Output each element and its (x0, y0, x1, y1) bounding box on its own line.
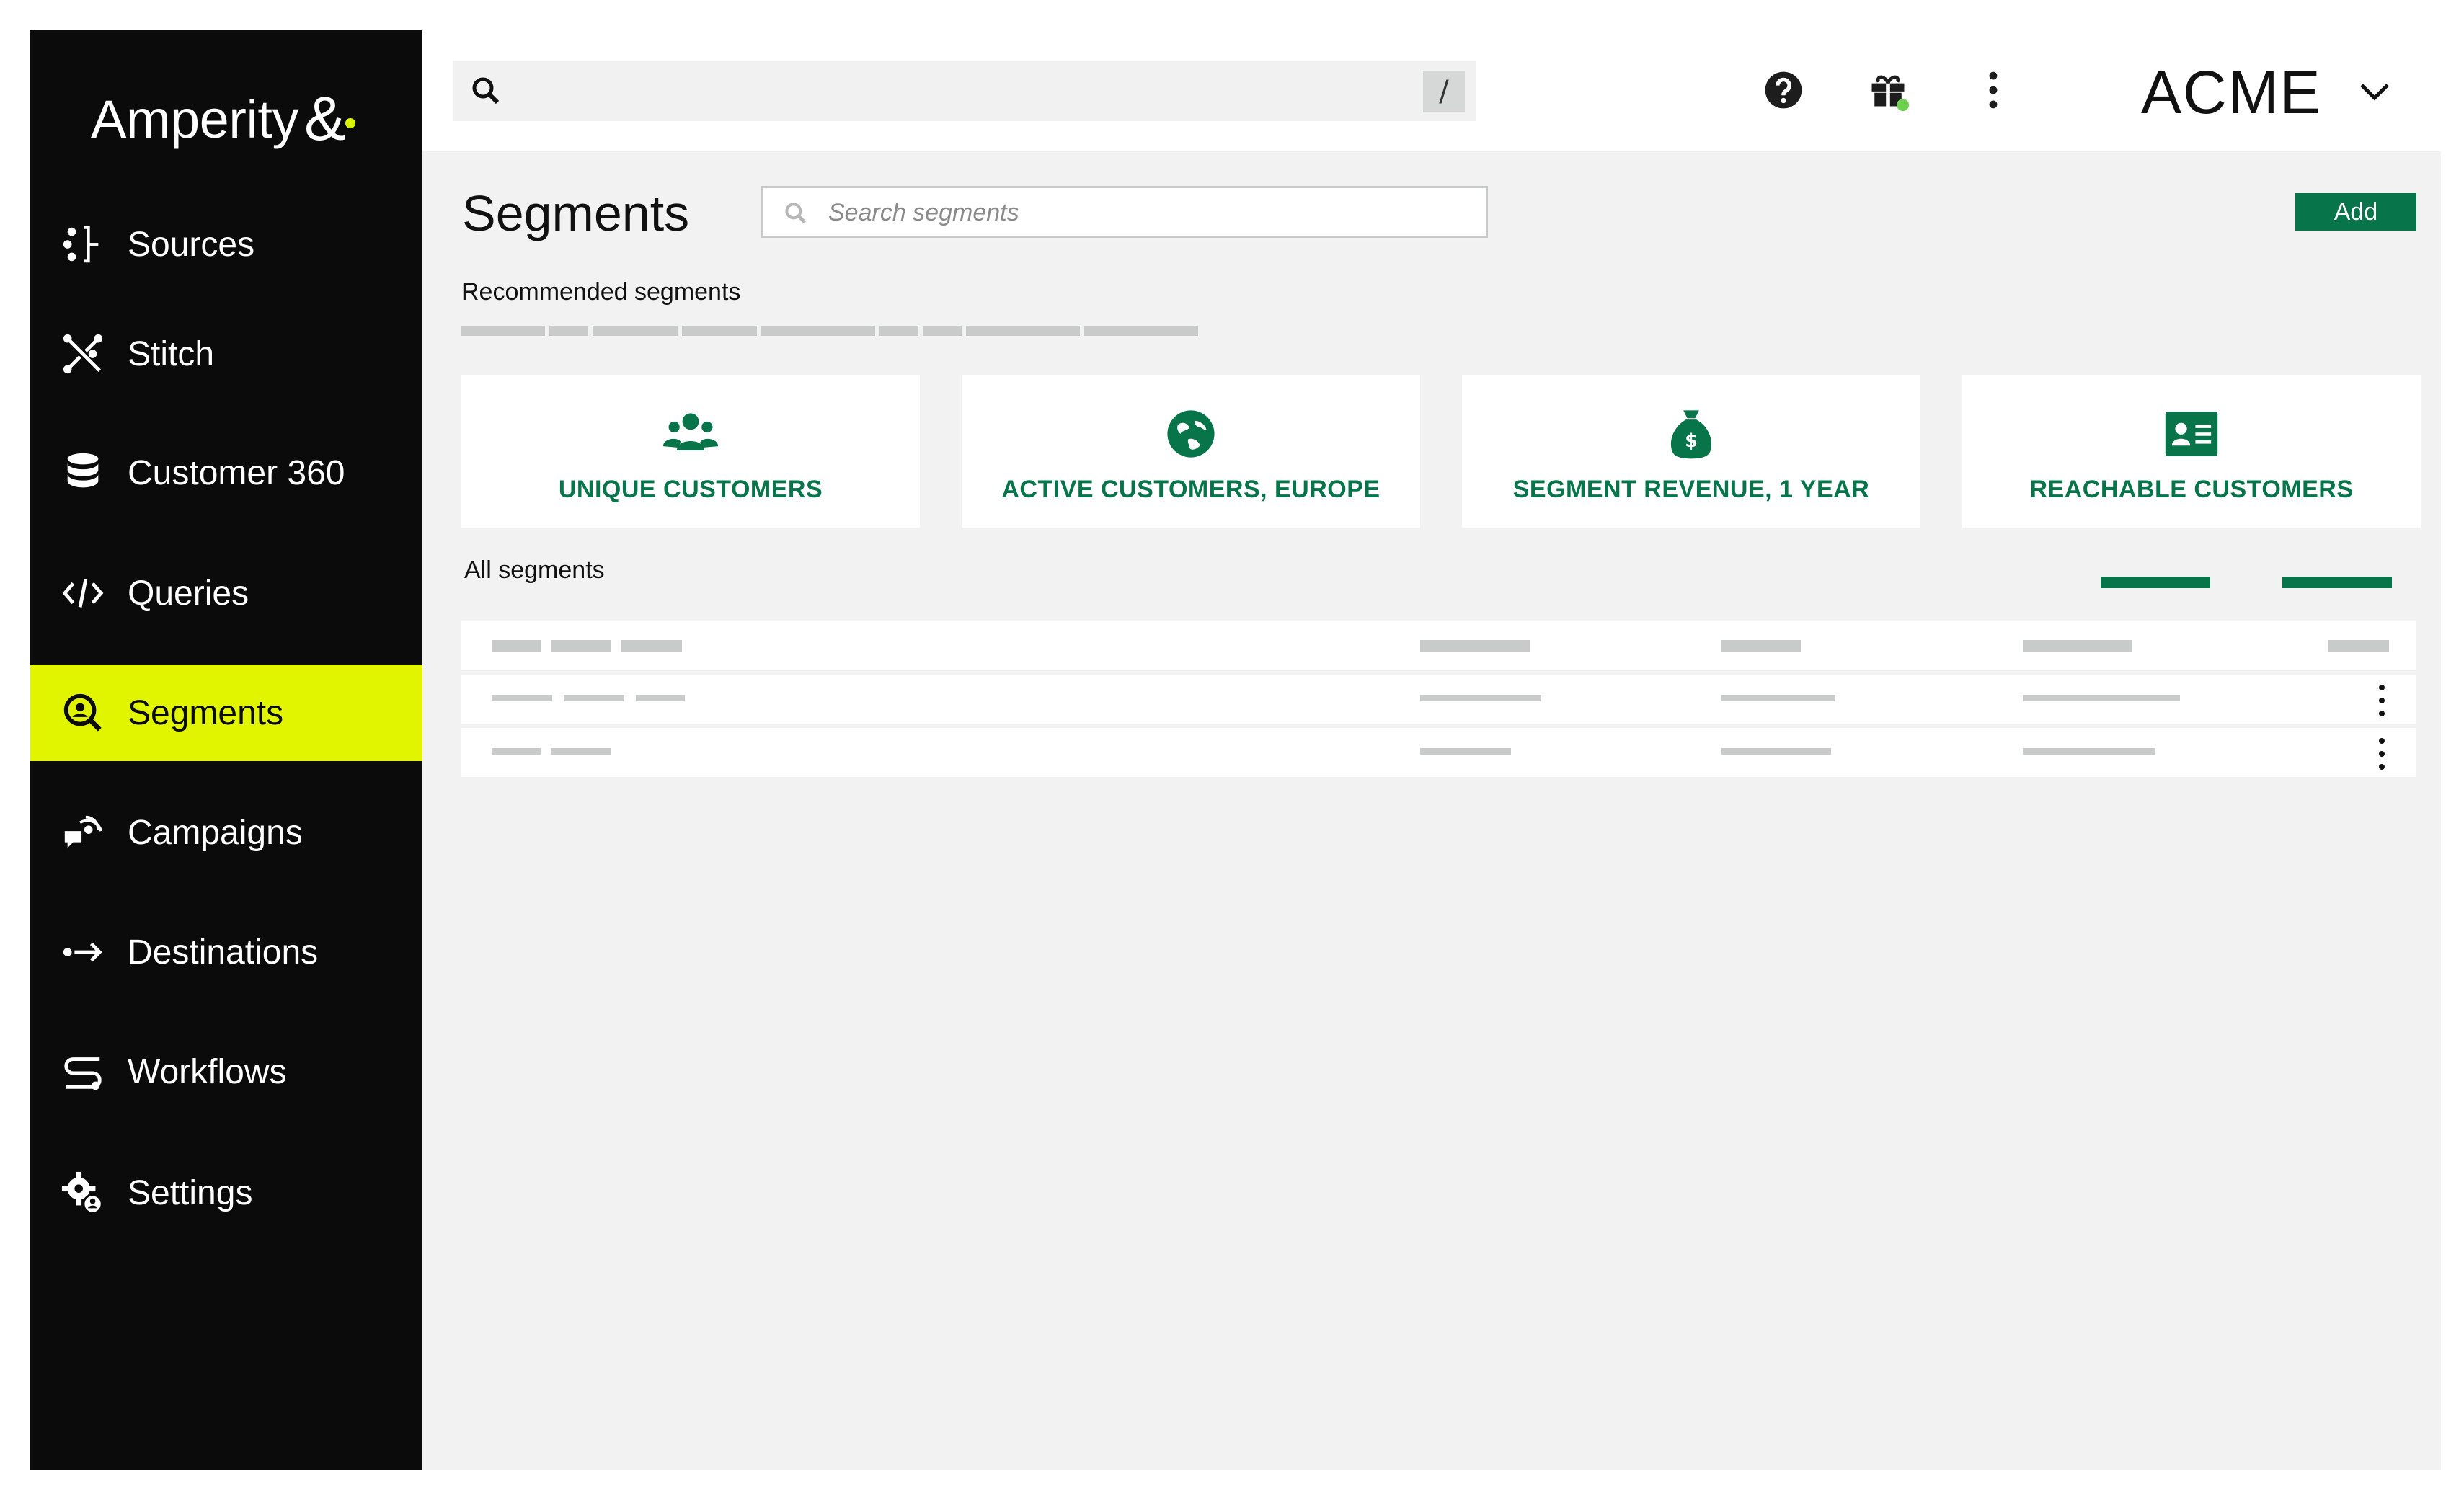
sidebar-item-label: Settings (128, 1173, 253, 1212)
tab-placeholder[interactable] (761, 326, 875, 336)
main-content: Segments Add Recommended segments UNIQUE… (422, 151, 2441, 1470)
tab-placeholder[interactable] (593, 326, 678, 336)
cell-placeholder (1420, 748, 1511, 755)
search-icon (785, 203, 807, 224)
sidebar: Amperity & Sources Stitch Customer 360 Q… (30, 30, 422, 1470)
recommended-card-active-customers-europe[interactable]: ACTIVE CUSTOMERS, EUROPE (962, 375, 1420, 528)
cell-placeholder (1721, 695, 1835, 701)
column-header-placeholder[interactable] (2328, 640, 2389, 652)
add-segment-button[interactable]: Add (2295, 193, 2416, 231)
cell-placeholder (1420, 695, 1541, 701)
amperity-logo[interactable]: Amperity & (91, 84, 355, 154)
table-row[interactable] (461, 675, 2416, 724)
column-header-placeholder[interactable] (1721, 640, 1801, 652)
code-icon (59, 569, 107, 617)
sidebar-item-label: Customer 360 (128, 453, 345, 492)
help-icon[interactable] (1760, 66, 1807, 114)
cell-placeholder (636, 695, 685, 701)
column-header-placeholder[interactable] (621, 640, 682, 652)
sources-icon (59, 221, 107, 268)
globe-icon (1161, 404, 1221, 464)
gift-icon[interactable] (1864, 66, 1912, 114)
sidebar-item-workflows[interactable]: Workflows (30, 1023, 422, 1120)
tab-placeholder[interactable] (879, 326, 918, 336)
sidebar-item-label: Workflows (128, 1052, 287, 1091)
logo-ampersand: & (303, 84, 345, 154)
contact-card-icon (2161, 404, 2222, 464)
tab-placeholder[interactable] (1084, 326, 1198, 336)
row-menu-icon[interactable] (2375, 685, 2389, 716)
cell-placeholder (564, 695, 624, 701)
sidebar-item-label: Stitch (128, 334, 215, 373)
segment-search-box[interactable] (761, 186, 1488, 238)
chevron-down-icon[interactable] (2354, 72, 2395, 112)
table-row[interactable] (461, 728, 2416, 777)
card-label: UNIQUE CUSTOMERS (558, 476, 823, 503)
sidebar-item-label: Campaigns (128, 813, 303, 852)
search-icon (472, 77, 500, 105)
tab-placeholder[interactable] (923, 326, 962, 336)
shortcut-key-badge: / (1423, 71, 1465, 112)
workflows-icon (59, 1048, 107, 1096)
recommended-card-segment-revenue[interactable]: $ SEGMENT REVENUE, 1 YEAR (1462, 375, 1920, 528)
segment-search-input[interactable] (828, 195, 1463, 230)
card-label: REACHABLE CUSTOMERS (2029, 476, 2354, 503)
cell-placeholder (492, 695, 552, 701)
toolbar-action-placeholder[interactable] (2101, 577, 2210, 588)
sidebar-item-label: Segments (128, 693, 284, 732)
page-title: Segments (462, 185, 690, 241)
money-bag-icon: $ (1661, 404, 1721, 464)
sidebar-item-segments[interactable]: Segments (30, 665, 422, 761)
sidebar-item-label: Sources (128, 225, 255, 264)
cell-placeholder (1721, 748, 1831, 755)
table-header (461, 621, 2416, 670)
svg-text:$: $ (1685, 430, 1698, 451)
settings-gear-icon (59, 1169, 107, 1217)
destinations-arrow-icon (59, 928, 107, 976)
cell-placeholder (2023, 748, 2155, 755)
sidebar-item-label: Destinations (128, 933, 319, 972)
sidebar-item-settings[interactable]: Settings (30, 1145, 422, 1241)
account-name[interactable]: ACME (2141, 58, 2322, 128)
users-group-icon (660, 404, 721, 464)
tab-placeholder[interactable] (966, 326, 1080, 336)
recommended-card-reachable-customers[interactable]: REACHABLE CUSTOMERS (1962, 375, 2421, 528)
cell-placeholder (492, 748, 541, 755)
column-header-placeholder[interactable] (2023, 640, 2132, 652)
segment-search-icon (59, 689, 107, 737)
sidebar-item-campaigns[interactable]: Campaigns (30, 784, 422, 881)
column-header-placeholder[interactable] (551, 640, 611, 652)
stitch-icon (59, 330, 107, 378)
toolbar-action-placeholder[interactable] (2282, 577, 2392, 588)
logo-dot (345, 118, 355, 128)
sidebar-item-queries[interactable]: Queries (30, 545, 422, 641)
column-header-placeholder[interactable] (1420, 640, 1530, 652)
sidebar-item-sources[interactable]: Sources (30, 196, 422, 293)
sidebar-item-destinations[interactable]: Destinations (30, 904, 422, 1000)
tab-placeholder[interactable] (682, 326, 757, 336)
recommended-segments-heading: Recommended segments (461, 278, 741, 306)
sidebar-item-customer-360[interactable]: Customer 360 (30, 425, 422, 521)
card-label: ACTIVE CUSTOMERS, EUROPE (1001, 476, 1381, 503)
sidebar-item-label: Queries (128, 574, 249, 613)
campaigns-icon (59, 809, 107, 856)
row-menu-icon[interactable] (2375, 738, 2389, 770)
cell-placeholder (551, 748, 611, 755)
column-header-placeholder[interactable] (492, 640, 541, 652)
logo-text: Amperity (91, 89, 298, 149)
recommended-card-unique-customers[interactable]: UNIQUE CUSTOMERS (461, 375, 920, 528)
database-icon (59, 449, 107, 497)
top-bar: / ACME (422, 30, 2441, 151)
tab-placeholder[interactable] (461, 326, 545, 336)
cell-placeholder (2023, 695, 2180, 701)
tab-placeholder[interactable] (549, 326, 588, 336)
sidebar-item-stitch[interactable]: Stitch (30, 306, 422, 402)
all-segments-heading: All segments (464, 556, 605, 584)
more-vertical-icon[interactable] (1969, 66, 2017, 114)
card-label: SEGMENT REVENUE, 1 YEAR (1512, 476, 1870, 503)
global-search-bar[interactable]: / (453, 61, 1476, 121)
